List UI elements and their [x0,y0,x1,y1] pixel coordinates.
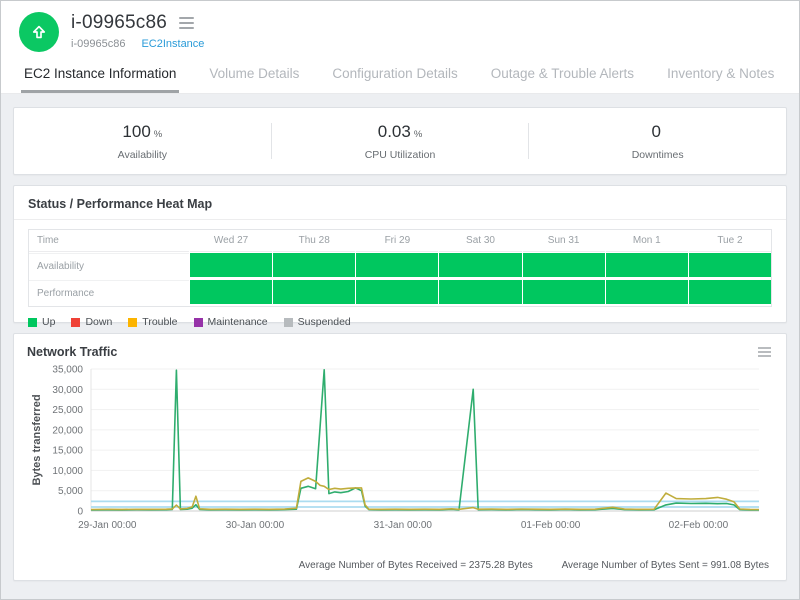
heatmap-cell-performance-sat-30[interactable] [439,280,522,304]
tab-outage-trouble-alerts[interactable]: Outage & Trouble Alerts [488,56,637,93]
heatmap-cell-performance-mon-1[interactable] [605,280,688,304]
stat-downtimes: 0 Downtimes [529,122,786,161]
heatmap-row-label-performance: Performance [29,280,189,306]
y-tick-label: 0 [77,507,83,518]
heatmap-legend: Up Down Trouble Maintenance Suspended [28,316,772,328]
chart-menu-icon[interactable] [756,343,773,361]
heatmap-cell-performance-wed-27[interactable] [190,280,273,304]
heatmap-cell-availability-sun-31[interactable] [522,253,605,277]
legend-swatch [71,317,81,327]
content-area: 100% Availability 0.03% CPU Utilization 0 Dow… [1,94,799,581]
heatmap-cell-availability-wed-27[interactable] [190,253,273,277]
chart-panel: Network Traffic 0 5,000 10,000 15,000 20,000… [13,333,787,581]
y-tick-label: 20,000 [52,425,83,436]
heatmap-header-fri-29: Fri 29 [356,230,439,252]
stat-cpu-utilization: 0.03% CPU Utilization [272,122,529,161]
stat-unit: % [413,128,423,140]
x-tick-label: 02-Feb 00:00 [669,520,729,531]
network-traffic-chart[interactable]: 0 5,000 10,000 15,000 20,000 25,000 30,000 35,0… [27,361,773,562]
y-tick-label: 30,000 [52,385,83,396]
heatmap-cell-availability-thu-28[interactable] [273,253,356,277]
legend-item-maintenance: Maintenance [193,316,268,328]
legend-label: Suspended [297,316,351,328]
heatmap-cell-availability-mon-1[interactable] [605,253,688,277]
heatmap-cell-performance-tue-2[interactable] [688,280,771,304]
y-tick-label: 5,000 [58,486,83,497]
stat-value: 0 [651,121,661,141]
heatmap-header-sun-31: Sun 31 [522,230,605,252]
heatmap-cell-performance-sun-31[interactable] [522,280,605,304]
tab-configuration-details[interactable]: Configuration Details [329,56,460,93]
y-tick-label: 15,000 [52,446,83,457]
heatmap-header-thu-28: Thu 28 [273,230,356,252]
title-menu-icon[interactable] [179,14,195,32]
heatmap-row-label-availability: Availability [29,253,189,279]
legend-swatch [193,317,203,327]
heatmap-cell-availability-tue-2[interactable] [688,253,771,277]
x-tick-label: 29-Jan 00:00 [78,520,137,531]
series-bytes-sent-line [90,477,760,511]
tab-inventory-notes[interactable]: Inventory & Notes [664,56,777,93]
y-tick-label: 35,000 [52,365,83,376]
stats-panel: 100% Availability 0.03% CPU Utilization 0 Dow… [13,107,787,175]
chart-svg: 0 5,000 10,000 15,000 20,000 25,000 30,000 35,0… [31,365,760,531]
monitor-avatar [19,12,59,52]
y-axis-title: Bytes transferred [31,394,43,485]
chart-title: Network Traffic [27,345,118,359]
divider [14,219,786,220]
app-header: i-09965c86 i-09965c86 EC2Instance [1,1,799,56]
stat-value: 0.03 [377,121,411,141]
heatmap-header-mon-1: Mon 1 [605,230,688,252]
stat-label: Availability [117,148,168,161]
heatmap-header-time: Time [29,230,189,252]
legend-swatch [128,317,138,327]
screen: i-09965c86 i-09965c86 EC2Instance EC2 In… [0,0,800,600]
legend-label: Trouble [142,316,178,328]
heatmap-cell-performance-fri-29[interactable] [356,280,439,304]
legend-label: Down [85,316,113,328]
x-tick-label: 31-Jan 00:00 [374,520,433,531]
heatmap-title: Status / Performance Heat Map [28,197,213,211]
heatmap-header-sat-30: Sat 30 [439,230,522,252]
heatmap-header-tue-2: Tue 2 [688,230,771,252]
heatmap-table: Time Wed 27 Thu 28 Fri 29 Sat 30 Sun 31 Mon 1T… [28,229,772,307]
heatmap-header-wed-27: Wed 27 [190,230,273,252]
monitor-id: i-09965c86 [71,38,126,50]
x-tick-label: 30-Jan 00:00 [226,520,285,531]
tab-ec2-instance-information[interactable]: EC2 Instance Information [21,56,180,93]
stat-availability: 100% Availability [14,122,271,161]
y-tick-label: 25,000 [52,405,83,416]
legend-item-suspended: Suspended [283,316,351,328]
tab-bar: EC2 Instance Information Volume Details Co… [1,56,799,94]
stat-label: CPU Utilization [364,148,436,161]
heatmap-cell-availability-fri-29[interactable] [356,253,439,277]
legend-item-down: Down [71,316,112,328]
tab-volume-details[interactable]: Volume Details [206,56,302,93]
series-bytes-received-line [90,369,759,511]
x-tick-label: 01-Feb 00:00 [521,520,581,531]
up-arrow-icon [32,25,46,39]
legend-item-trouble: Trouble [128,316,178,328]
legend-swatch [283,317,293,327]
legend-label: Up [42,316,56,328]
heatmap-cell-performance-thu-28[interactable] [273,280,356,304]
monitor-type-link[interactable]: EC2Instance [141,38,204,50]
stat-label: Downtimes [631,148,684,161]
heatmap-panel: Status / Performance Heat Map Time Wed 27… [13,185,787,328]
stat-unit: % [153,128,163,140]
chart-footnote-received: Average Number of Bytes Received = 2375.… [298,560,533,571]
monitor-title: i-09965c86 [71,12,168,33]
chart-footnote-sent: Average Number of Bytes Sent = 991.08 By… [561,560,769,571]
legend-item-up: Up [28,316,55,328]
stat-value: 100 [122,121,151,141]
heatmap-cell-availability-sat-30[interactable] [439,253,522,277]
legend-label: Maintenance [207,316,268,328]
y-tick-label: 10,000 [52,466,83,477]
legend-swatch [28,317,37,327]
